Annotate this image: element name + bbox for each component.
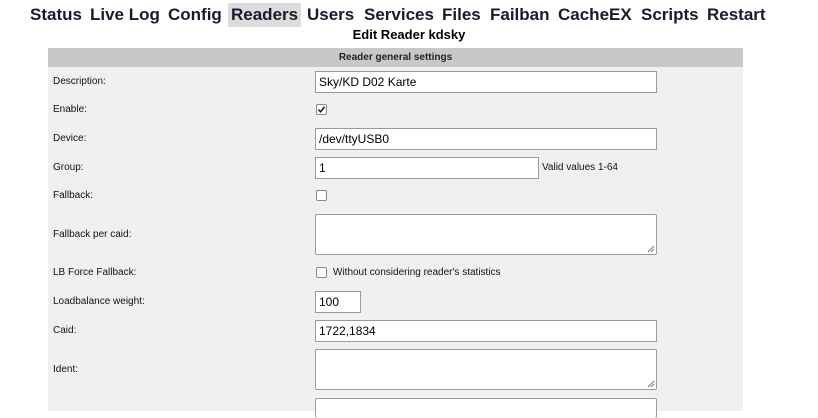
nav-failban[interactable]: Failban: [490, 3, 550, 27]
lb-force-fallback-label: LB Force Fallback:: [53, 267, 137, 278]
ident-label: Ident:: [53, 364, 79, 375]
group-label: Group:: [53, 162, 84, 173]
enable-checkbox[interactable]: [316, 104, 327, 115]
fallback-checkbox[interactable]: [316, 190, 327, 201]
enable-label: Enable:: [53, 104, 87, 115]
nav-readers[interactable]: Readers: [228, 3, 302, 27]
checkmark-icon: [317, 106, 326, 114]
group-hint: Valid values 1-64: [542, 162, 618, 173]
nav-restart[interactable]: Restart: [707, 3, 766, 27]
nav-users[interactable]: Users: [307, 3, 354, 27]
nav-live-log[interactable]: Live Log: [90, 3, 160, 27]
loadbalance-weight-input[interactable]: 100: [315, 291, 361, 313]
page-title: Edit Reader kdsky: [352, 27, 466, 42]
lb-force-fallback-checkbox[interactable]: [316, 267, 327, 278]
resize-grip-icon[interactable]: [647, 380, 655, 388]
device-label: Device:: [53, 133, 87, 144]
fallback-per-caid-label: Fallback per caid:: [53, 229, 132, 240]
lb-force-fallback-hint: Without considering reader's statistics: [333, 267, 501, 278]
nav-status[interactable]: Status: [30, 3, 82, 27]
fallback-label: Fallback:: [53, 190, 94, 201]
description-input[interactable]: Sky/KD D02 Karte: [315, 71, 657, 93]
resize-grip-icon[interactable]: [647, 245, 655, 253]
caid-label: Caid:: [53, 325, 77, 336]
nav-cacheex[interactable]: CacheEX: [558, 3, 632, 27]
nav-scripts[interactable]: Scripts: [641, 3, 699, 27]
loadbalance-weight-label: Loadbalance weight:: [53, 296, 145, 307]
nav-config[interactable]: Config: [168, 3, 222, 27]
section-header: Reader general settings: [48, 48, 743, 67]
caid-input[interactable]: 1722,1834: [315, 320, 657, 342]
reader-settings-panel: Reader general settings Description: Sky…: [48, 48, 743, 418]
nav-files[interactable]: Files: [442, 3, 481, 27]
description-label: Description:: [53, 76, 106, 87]
ident-textarea[interactable]: [315, 349, 657, 390]
nav-services[interactable]: Services: [364, 3, 434, 27]
group-input[interactable]: 1: [315, 157, 539, 179]
device-input[interactable]: /dev/ttyUSB0: [315, 128, 657, 150]
next-field-partial[interactable]: [315, 398, 657, 418]
fallback-per-caid-textarea[interactable]: [315, 214, 657, 255]
